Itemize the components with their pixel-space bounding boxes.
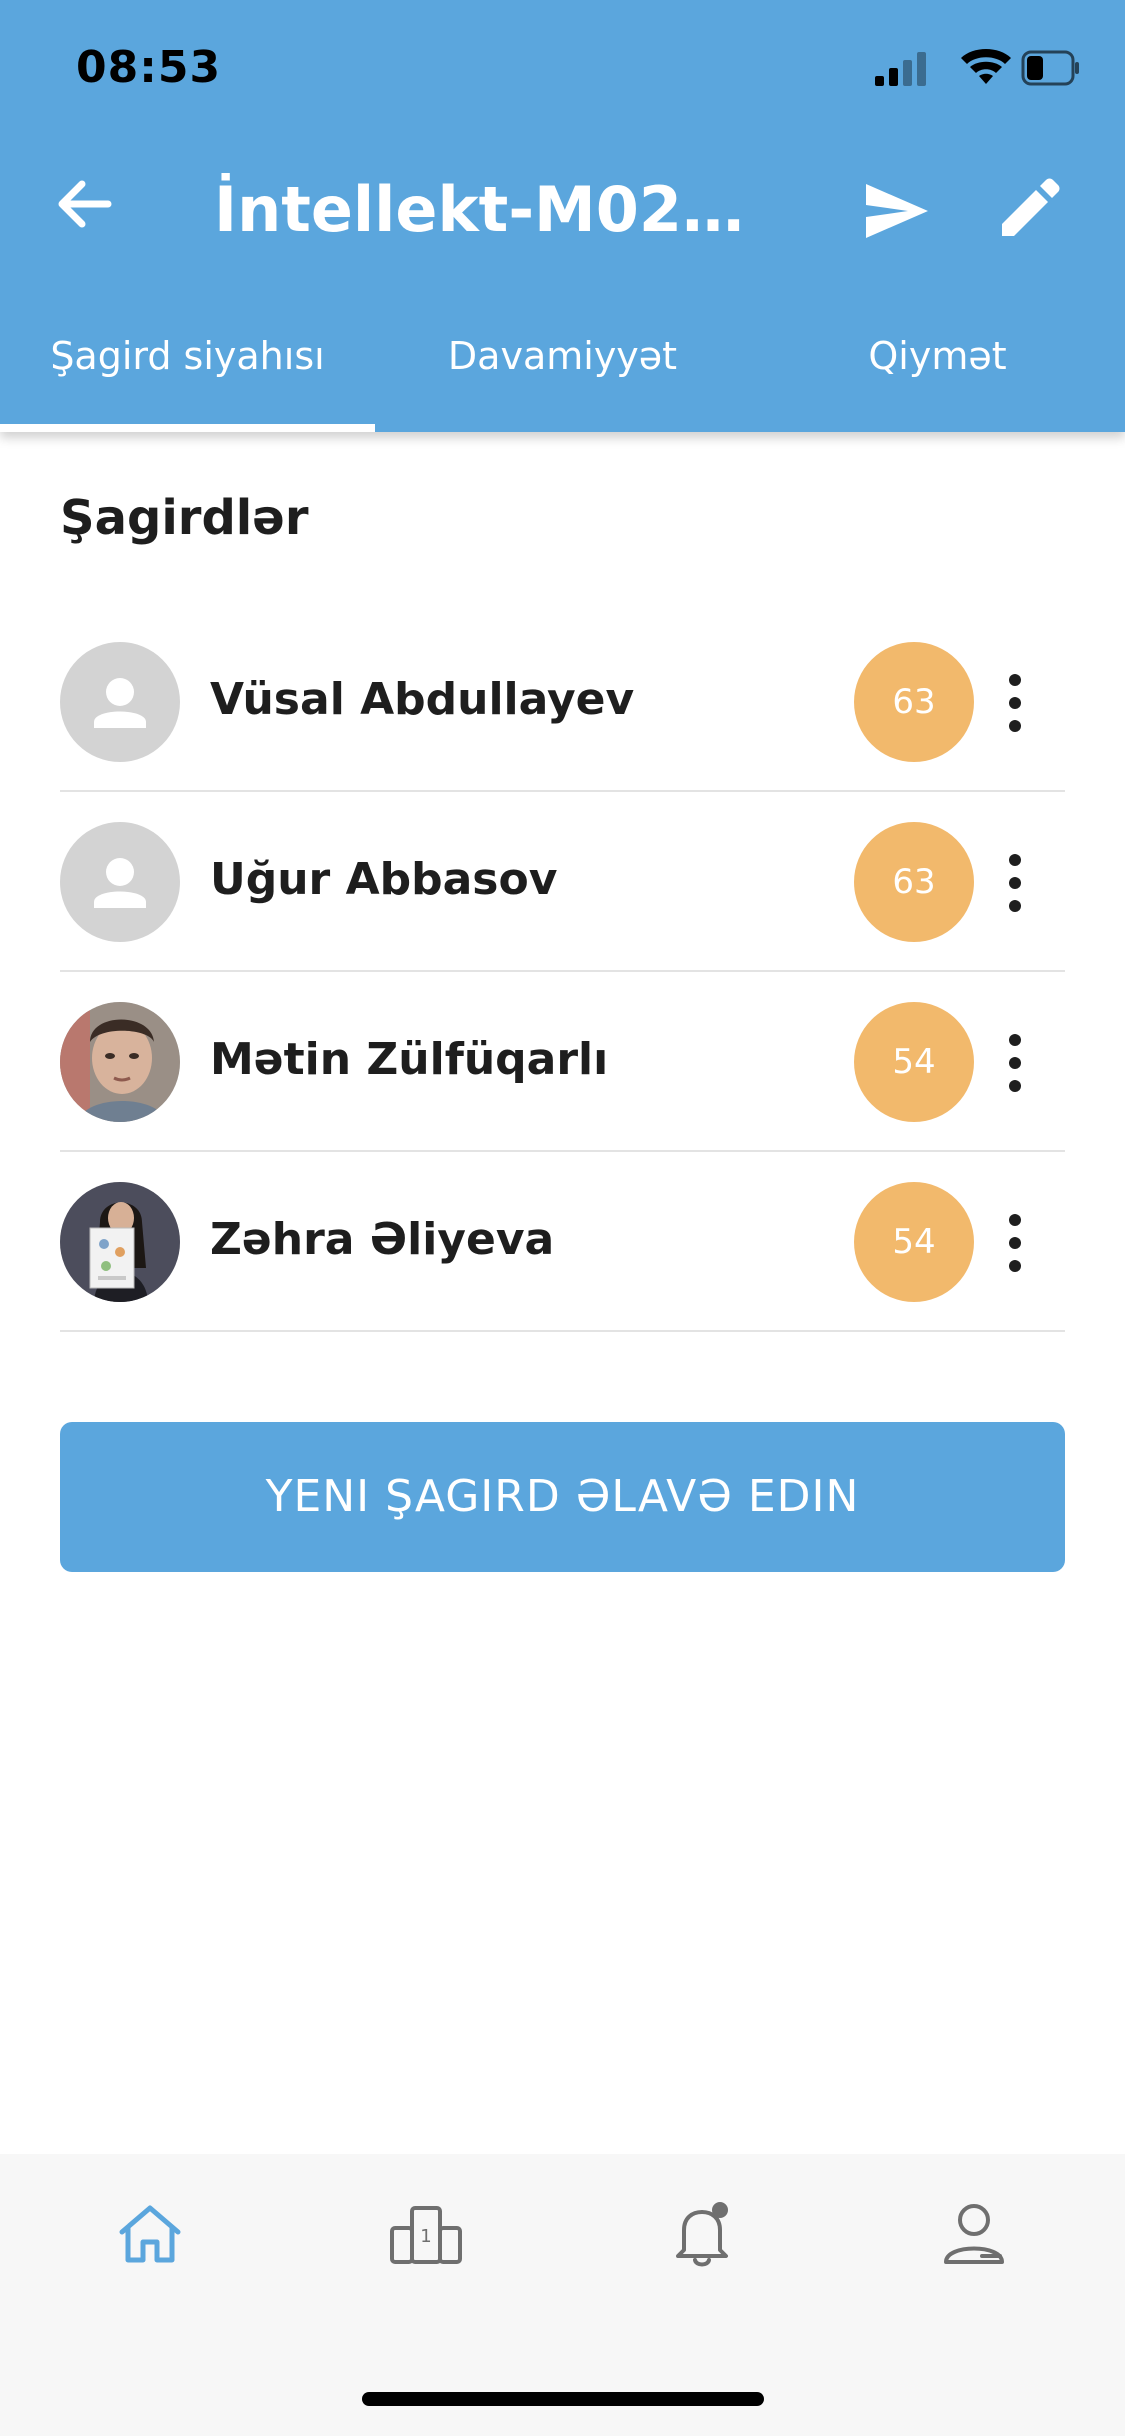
more-options-icon[interactable] (990, 1028, 1040, 1098)
header: 08:53 İntellekt-M02-0... (0, 0, 1125, 432)
student-name: Vüsal Abdullayev (210, 674, 635, 725)
student-row[interactable]: Mətin Zülfüqarlı 54 (60, 972, 1065, 1152)
student-photo-girl (60, 1182, 180, 1302)
tab-student-list[interactable]: Şagird siyahısı (0, 316, 375, 432)
tab-attendance[interactable]: Davamiyyət (375, 316, 750, 432)
more-options-icon[interactable] (990, 668, 1040, 738)
status-icons (875, 49, 1079, 86)
back-arrow-icon[interactable] (52, 172, 116, 236)
student-name: Zəhra Əliyeva (210, 1214, 555, 1265)
avatar-photo (60, 1002, 180, 1122)
avatar-placeholder (60, 822, 180, 942)
wifi-icon (961, 49, 1011, 84)
tab-grades[interactable]: Qiymət (750, 316, 1125, 432)
battery-icon (1021, 50, 1079, 86)
score-badge: 54 (854, 1182, 974, 1302)
home-icon[interactable] (110, 2194, 190, 2274)
student-photo-boy (60, 1002, 180, 1122)
score-badge: 63 (854, 822, 974, 942)
home-indicator (362, 2392, 764, 2406)
student-name: Mətin Zülfüqarlı (210, 1034, 609, 1085)
avatar-placeholder (60, 642, 180, 762)
student-name: Uğur Abbasov (210, 854, 558, 905)
student-list: Vüsal Abdullayev 63 Uğur Abbasov 63 Məti… (60, 612, 1065, 1332)
tab-bar: Şagird siyahısı Davamiyyət Qiymət (0, 316, 1125, 432)
user-placeholder-icon (94, 678, 146, 728)
leaderboard-badge: 1 (420, 2226, 431, 2247)
section-title: Şagirdlər (60, 490, 309, 546)
leaderboard-icon[interactable]: 1 (386, 2194, 466, 2274)
more-options-icon[interactable] (990, 1208, 1040, 1278)
user-placeholder-icon (94, 858, 146, 908)
avatar-photo (60, 1182, 180, 1302)
student-row[interactable]: Zəhra Əliyeva 54 (60, 1152, 1065, 1332)
score-badge: 63 (854, 642, 974, 762)
notifications-bell-icon[interactable] (662, 2194, 742, 2274)
page-title: İntellekt-M02-0... (214, 173, 754, 246)
score-badge: 54 (854, 1002, 974, 1122)
status-time: 08:53 (76, 42, 222, 93)
edit-pencil-icon[interactable] (996, 176, 1062, 242)
more-options-icon[interactable] (990, 848, 1040, 918)
student-row[interactable]: Uğur Abbasov 63 (60, 792, 1065, 972)
profile-icon[interactable] (934, 2194, 1014, 2274)
screen: 08:53 İntellekt-M02-0... (0, 0, 1125, 2436)
cellular-signal-icon (875, 52, 926, 86)
add-student-button[interactable]: YENI ŞAGIRD ƏLAVƏ EDIN (60, 1422, 1065, 1572)
student-row[interactable]: Vüsal Abdullayev 63 (60, 612, 1065, 792)
send-icon[interactable] (862, 176, 932, 246)
